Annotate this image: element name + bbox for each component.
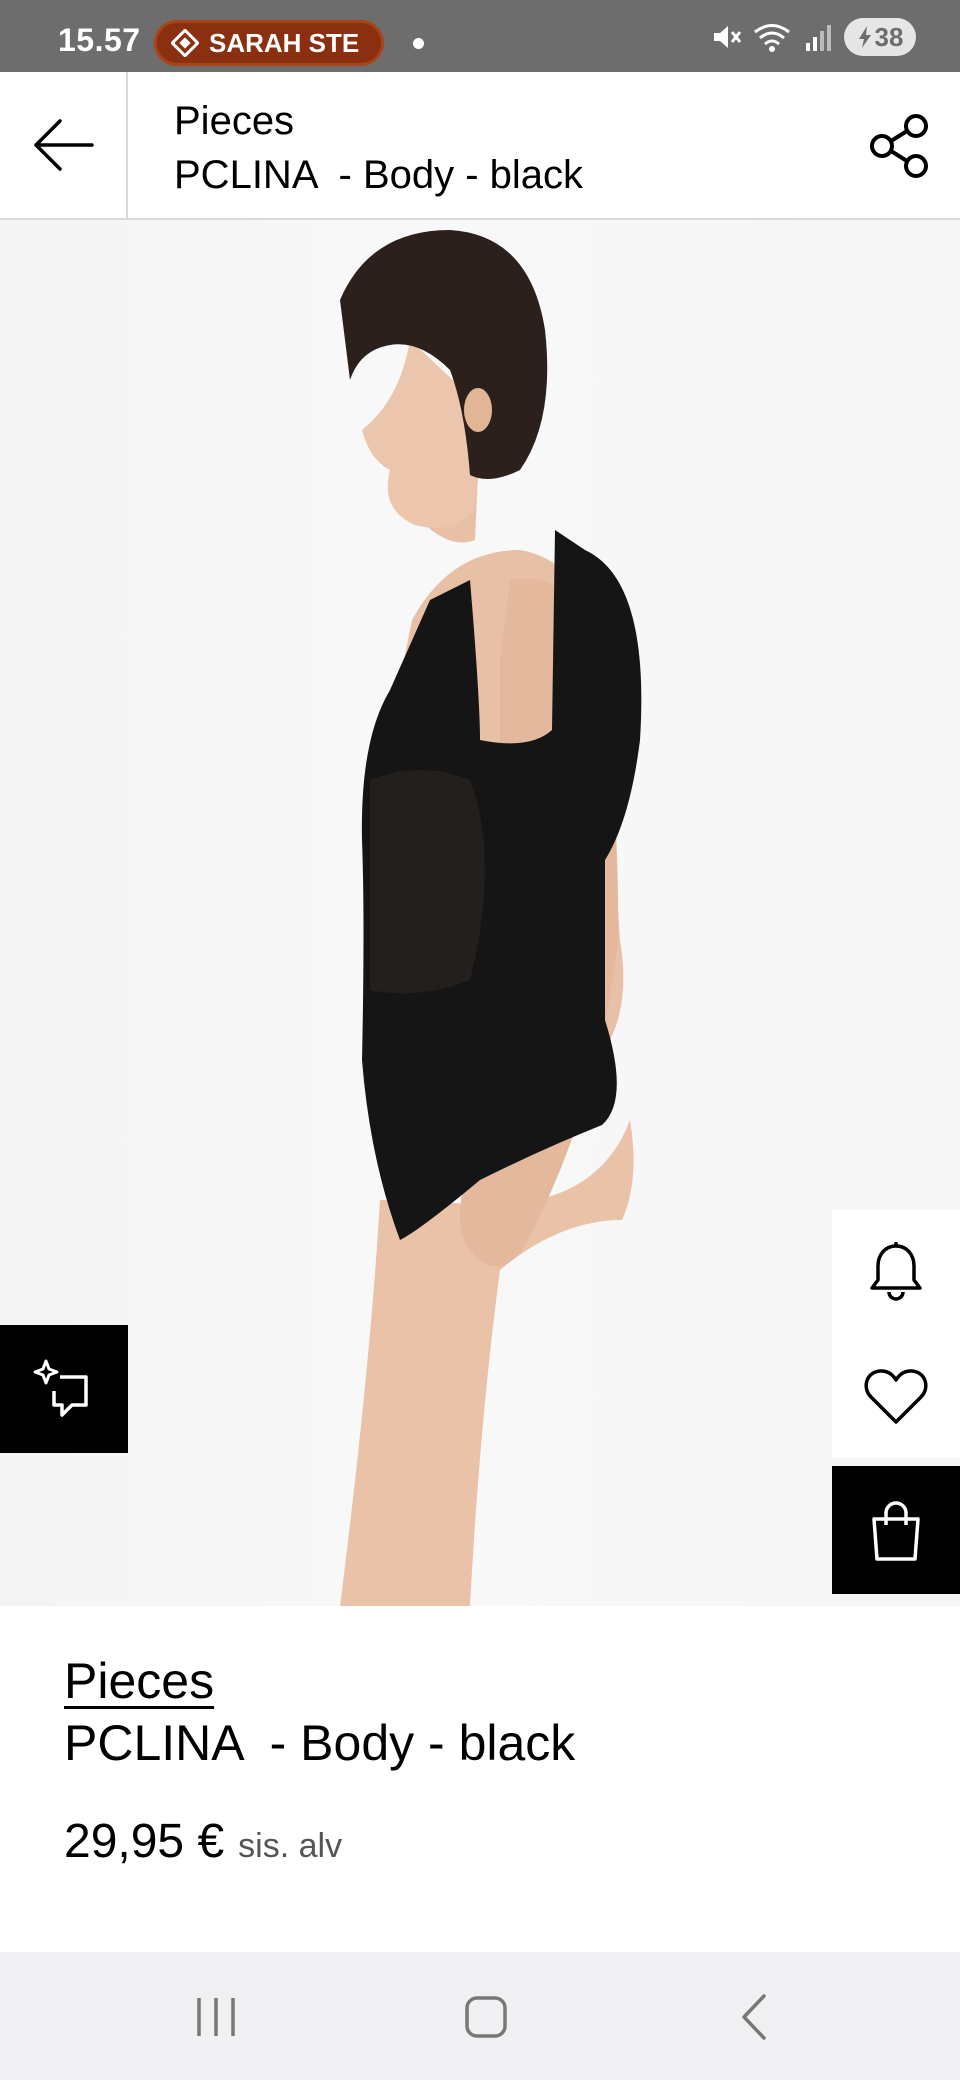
heart-icon	[864, 1369, 928, 1424]
add-to-bag-button[interactable]	[832, 1466, 960, 1594]
battery-indicator: 38	[844, 18, 916, 56]
home-button[interactable]	[436, 1982, 536, 2052]
header-product-name: PCLINA - Body - black	[174, 153, 584, 197]
share-icon	[870, 114, 928, 178]
system-nav-bar	[0, 1952, 960, 2080]
notification-pill[interactable]: SARAH STE	[154, 20, 384, 66]
battery-level: 38	[874, 21, 904, 52]
price-value: 29,95 €	[64, 1815, 225, 1868]
product-price: 29,95 € sis. alv	[64, 1814, 342, 1869]
wishlist-button[interactable]	[832, 1334, 960, 1458]
shopping-bag-icon	[872, 1501, 920, 1561]
mute-icon	[714, 26, 742, 48]
status-bar: 15.57 SARAH STE 38	[0, 0, 960, 72]
notification-pill-text: SARAH STE	[209, 27, 360, 58]
bell-icon	[870, 1242, 922, 1301]
system-back-button[interactable]	[704, 1982, 804, 2052]
home-icon	[465, 1996, 507, 2038]
status-time: 15.57	[58, 22, 141, 58]
header-brand: Pieces	[174, 99, 295, 143]
sparkle-tag-icon	[33, 1359, 88, 1417]
chevron-left-icon	[742, 1994, 766, 2040]
arrow-left-icon	[34, 119, 94, 171]
recent-apps-button[interactable]	[166, 1982, 266, 2052]
model-photo	[340, 230, 642, 1606]
product-info: Pieces PCLINA - Body - black 29,95 € sis…	[0, 1606, 960, 1952]
charging-icon	[858, 26, 871, 48]
status-icons: 38	[710, 18, 916, 56]
recent-apps-icon	[197, 1998, 235, 2036]
product-name: PCLINA - Body - black	[64, 1715, 576, 1771]
header-titles: Pieces PCLINA - Body - black	[174, 94, 583, 202]
signal-icon	[806, 25, 831, 51]
back-button[interactable]	[0, 72, 128, 218]
share-button[interactable]	[864, 110, 936, 182]
diamond-icon	[171, 29, 199, 57]
wifi-icon	[754, 24, 790, 52]
notification-dot	[413, 38, 424, 49]
notify-button[interactable]	[832, 1210, 960, 1334]
product-brand-link[interactable]: Pieces	[64, 1652, 214, 1710]
price-vat-note: sis. alv	[238, 1827, 343, 1865]
ai-feature-button[interactable]	[0, 1325, 128, 1453]
product-image[interactable]	[0, 220, 960, 1606]
product-header: Pieces PCLINA - Body - black	[0, 72, 960, 220]
